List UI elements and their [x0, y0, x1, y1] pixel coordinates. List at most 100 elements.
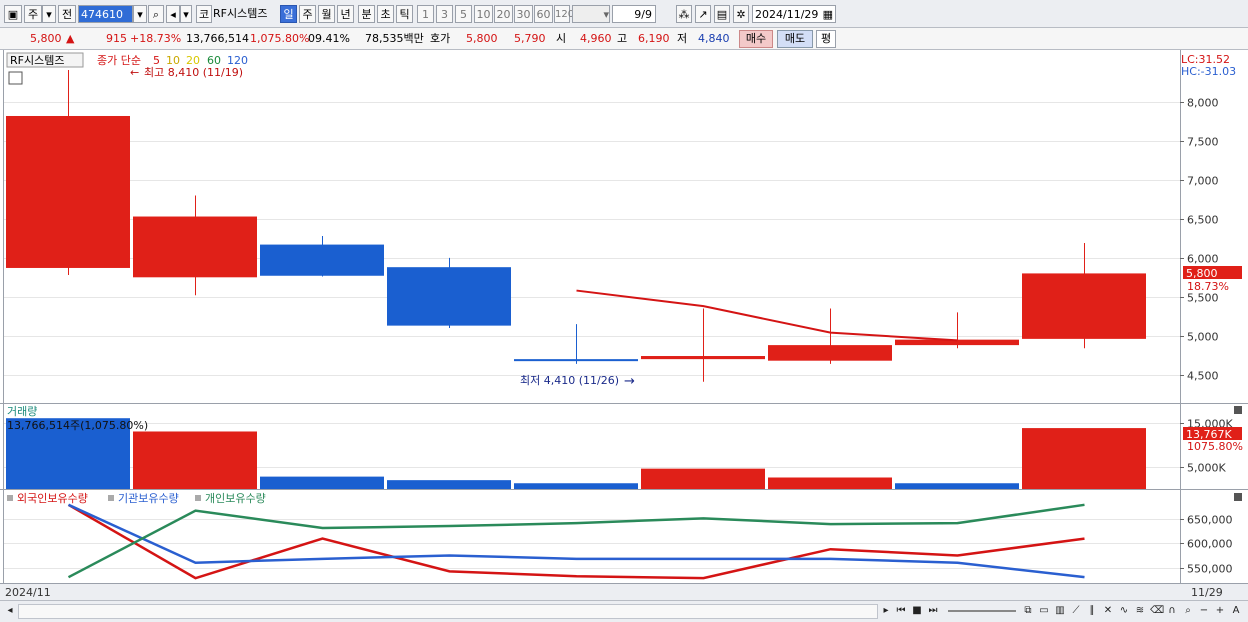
- volume-bar[interactable]: [387, 480, 511, 489]
- layout-split-icon[interactable]: ▥: [1054, 604, 1066, 617]
- period-year-button[interactable]: 년: [337, 5, 354, 23]
- candle-body[interactable]: [387, 267, 511, 326]
- interval-dropdown-icon: ▾: [603, 8, 609, 21]
- compare-icon[interactable]: ⁂: [676, 5, 692, 23]
- interval-10-button[interactable]: 10: [474, 5, 493, 23]
- candle-body[interactable]: [6, 115, 130, 268]
- parallel-line-icon[interactable]: ∥: [1086, 604, 1098, 617]
- candle-body[interactable]: [514, 359, 638, 362]
- fast-forward-icon[interactable]: ⏭: [927, 604, 939, 617]
- period-day-button[interactable]: 일: [280, 5, 297, 23]
- stock-name-label: RF시스템즈: [213, 7, 268, 20]
- period-tick-button[interactable]: 틱: [396, 5, 413, 23]
- date-value: 2024/11/29: [755, 8, 819, 21]
- period-minute-label: 분: [361, 8, 372, 21]
- interval-30-button[interactable]: 30: [514, 5, 533, 23]
- search-icon[interactable]: ⌕: [148, 5, 164, 23]
- stock-tag-label: RF시스템즈: [10, 54, 64, 67]
- fibonacci-icon[interactable]: ≋: [1134, 604, 1146, 617]
- period-month-button[interactable]: 월: [318, 5, 335, 23]
- price-tick-label: 8,000: [1187, 97, 1219, 110]
- interval-20-button[interactable]: 20: [494, 5, 513, 23]
- hoga-label: 호가: [430, 32, 451, 45]
- stock-code-input[interactable]: 474610: [78, 5, 133, 23]
- candle-body[interactable]: [641, 356, 765, 360]
- rewind-icon[interactable]: ⏮: [895, 604, 907, 617]
- trend-line-icon[interactable]: ⟋: [1070, 604, 1082, 617]
- market-label: 코: [198, 8, 210, 21]
- interval-120-button[interactable]: 120: [554, 5, 574, 23]
- stock-chart[interactable]: RF시스템즈 종가 단순 5 10 20 60 120 ← 최고 8,410 (…: [0, 50, 1248, 601]
- scroll-track[interactable]: [18, 604, 878, 619]
- sell-label: 매도: [784, 32, 806, 45]
- volume-bar[interactable]: [1022, 428, 1146, 489]
- volume-panel-close-icon[interactable]: [1234, 406, 1242, 414]
- period-minute-button[interactable]: 분: [358, 5, 375, 23]
- volume-bar[interactable]: [641, 468, 765, 489]
- window-icon[interactable]: ▭: [1038, 604, 1050, 617]
- legend-square-icon: [195, 495, 201, 501]
- sell-button[interactable]: 매도: [777, 30, 813, 48]
- zoom-slider[interactable]: [948, 610, 1016, 612]
- page-count-field[interactable]: 9/9: [612, 5, 656, 23]
- scroll-left-icon[interactable]: ◂: [4, 604, 16, 617]
- wave-icon[interactable]: ∿: [1118, 604, 1130, 617]
- interval-5-button[interactable]: 5: [455, 5, 472, 23]
- chart-copy-icon[interactable]: ⧉: [1022, 604, 1034, 617]
- volume-bar[interactable]: [260, 476, 384, 489]
- all-button[interactable]: 전: [58, 5, 76, 23]
- stop-icon[interactable]: ■: [911, 604, 923, 617]
- gear-icon[interactable]: ✲: [733, 5, 749, 23]
- magnet-icon[interactable]: ∩: [1166, 604, 1178, 617]
- calculator-icon[interactable]: [8, 71, 23, 85]
- cross-line-icon[interactable]: ✕: [1102, 604, 1114, 617]
- speaker-dropdown-icon[interactable]: ▾: [180, 5, 192, 23]
- volume-bar[interactable]: [133, 431, 257, 489]
- interval-custom-select[interactable]: ▾: [572, 5, 610, 23]
- zoom-in-icon[interactable]: +: [1214, 604, 1226, 617]
- text-tool-icon[interactable]: A: [1230, 604, 1242, 617]
- volume-bar[interactable]: [895, 483, 1019, 489]
- scroll-right-icon[interactable]: ▸: [880, 604, 892, 617]
- code-dropdown-icon[interactable]: ▾: [133, 5, 147, 23]
- all-label: 전: [61, 8, 73, 21]
- holdings-tick-label: 550,000: [1187, 563, 1233, 576]
- draw-tool-icon[interactable]: ↗: [695, 5, 711, 23]
- erase-icon[interactable]: ⌫: [1150, 604, 1164, 617]
- open-price: 4,960: [580, 32, 612, 45]
- layout-icon[interactable]: ▣: [4, 5, 22, 23]
- period-day-label: 일: [283, 8, 294, 21]
- period-main-select[interactable]: 주: [24, 5, 42, 23]
- max-price-note: 최고 8,410 (11/19): [144, 66, 243, 79]
- interval-60-button[interactable]: 60: [534, 5, 553, 23]
- stock-name: RF시스템즈: [213, 5, 277, 23]
- stock-code-value: 474610: [81, 8, 123, 21]
- market-button[interactable]: 코: [196, 5, 212, 23]
- volume-bar[interactable]: [768, 477, 892, 489]
- speaker-icon[interactable]: ◂: [166, 5, 180, 23]
- period-second-button[interactable]: 초: [377, 5, 394, 23]
- period-main-label: 주: [27, 8, 39, 21]
- candle-body[interactable]: [1022, 273, 1146, 339]
- volume-bar[interactable]: [514, 483, 638, 489]
- x-axis-band: [0, 583, 1248, 601]
- legend-square-icon: [108, 495, 114, 501]
- price-change-pct: +18.73%: [130, 32, 182, 45]
- candle-body[interactable]: [768, 345, 892, 361]
- interval-3-button[interactable]: 3: [436, 5, 453, 23]
- chevron-down-icon[interactable]: ▾: [42, 5, 56, 23]
- magnifier-icon[interactable]: ⌕: [1182, 604, 1194, 617]
- holdings-panel-close-icon[interactable]: [1234, 493, 1242, 501]
- candle-body[interactable]: [260, 244, 384, 276]
- buy-button[interactable]: 매수: [739, 30, 773, 48]
- eval-button[interactable]: 평: [816, 30, 836, 48]
- candle-body[interactable]: [133, 216, 257, 278]
- interval-30-label: 30: [516, 8, 531, 21]
- period-week-button[interactable]: 주: [299, 5, 316, 23]
- interval-1-button[interactable]: 1: [417, 5, 434, 23]
- zoom-out-icon[interactable]: −: [1198, 604, 1210, 617]
- turnover-rate: 09.41%: [308, 32, 350, 45]
- save-icon[interactable]: ▤: [714, 5, 730, 23]
- bid-price: 5,790: [514, 32, 546, 45]
- date-field[interactable]: 2024/11/29 ▦: [752, 5, 836, 23]
